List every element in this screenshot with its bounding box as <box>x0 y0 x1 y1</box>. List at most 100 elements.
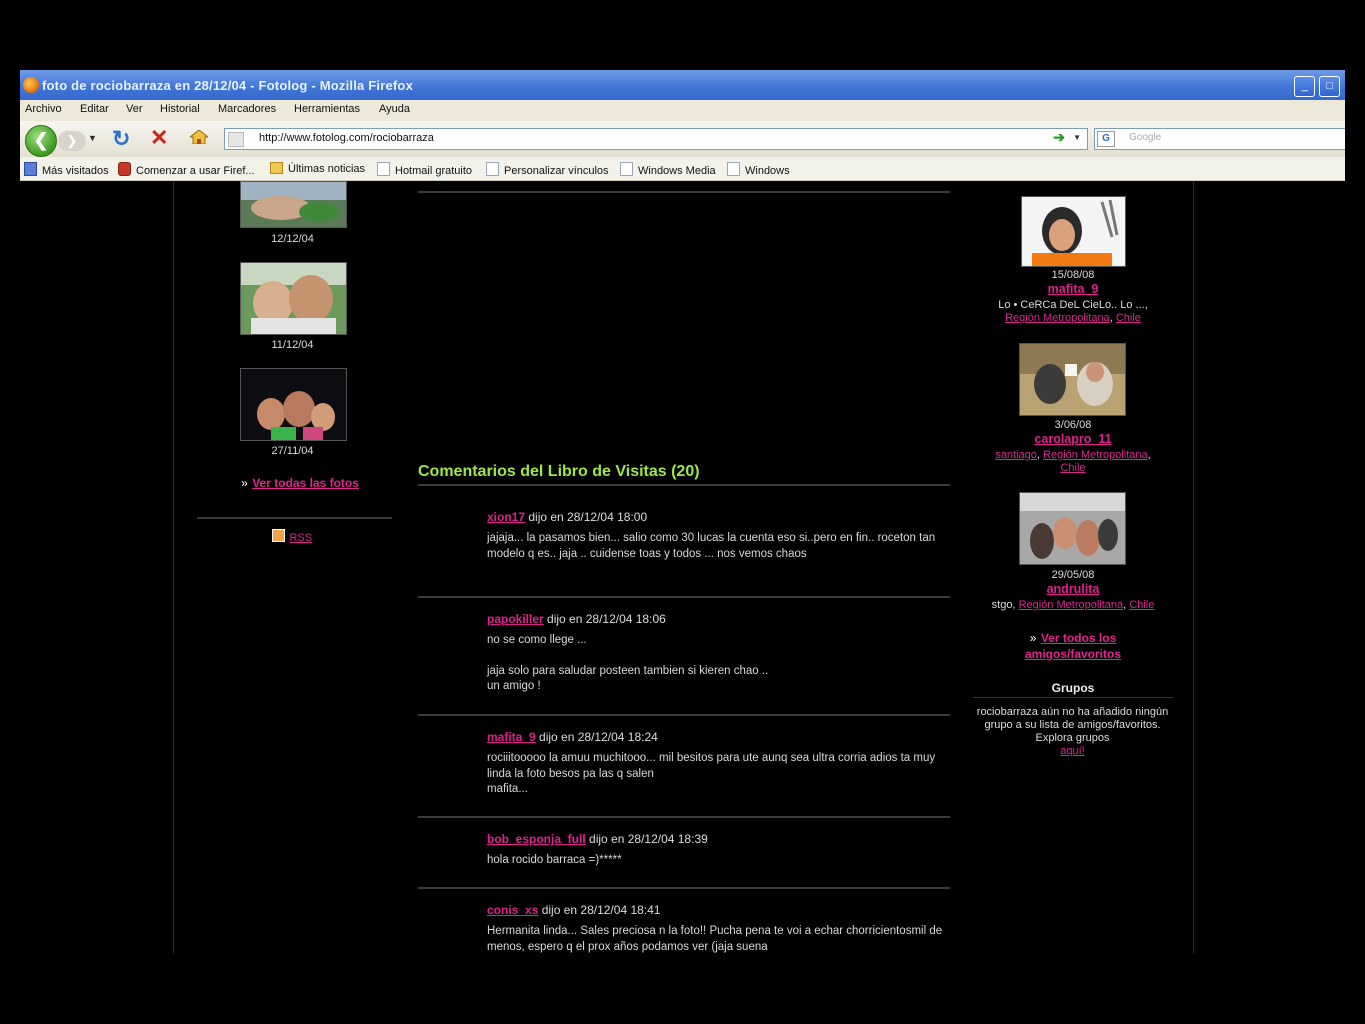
divider <box>418 714 950 716</box>
friend-date: 3/06/08 <box>1054 419 1092 431</box>
bookmark-windows[interactable]: Windows <box>727 162 790 177</box>
friend-name[interactable]: carolapro_11 <box>973 432 1173 446</box>
comment: mafita_9 dijo en 28/12/04 18:24 rociiito… <box>487 730 947 798</box>
friend-avatar[interactable] <box>1019 343 1126 416</box>
divider <box>197 517 392 519</box>
bookmark-ultimas-noticias[interactable]: Últimas noticias <box>270 162 365 175</box>
window-title: foto de rociobarraza en 28/12/04 - Fotol… <box>42 78 414 93</box>
friend-avatar[interactable] <box>1019 492 1126 565</box>
page-icon <box>727 162 740 176</box>
menu-bar: Archivo Editar Ver Historial Marcadores … <box>20 100 1345 121</box>
comment-text: jajaja... la pasamos bien... salio como … <box>487 532 936 560</box>
maximize-button[interactable]: □ <box>1319 76 1340 97</box>
see-all-friends-link[interactable]: Ver todos los amigos/favoritos <box>1025 631 1121 661</box>
rss-link[interactable]: RSS <box>289 532 312 544</box>
bookmark-mas-visitados[interactable]: Más visitados <box>24 162 109 177</box>
comment-author[interactable]: xion17 <box>487 510 525 524</box>
photo-date: 12/12/04 <box>271 233 314 245</box>
comment-author[interactable]: conis_xs <box>487 903 538 917</box>
divider <box>418 816 950 818</box>
location-link[interactable]: Chile <box>1116 312 1141 324</box>
comment-text: Hermanita linda... Sales preciosa n la f… <box>487 925 943 953</box>
friend-name[interactable]: mafita_9 <box>973 282 1173 296</box>
rss-folder-icon <box>270 162 283 174</box>
groups-title: Grupos <box>1051 681 1095 695</box>
friend-location: santiago, Región Metropolitana, Chile <box>995 449 1151 474</box>
comment-text: rociiitooooo la amuu muchitooo... mil be… <box>487 752 936 780</box>
menu-ver[interactable]: Ver <box>126 103 143 115</box>
search-box[interactable]: G Google <box>1094 128 1345 150</box>
groups-text: rociobarraza aún no ha añadido ningún gr… <box>976 706 1169 757</box>
page-icon <box>486 162 499 176</box>
bookmarks-toolbar: Más visitados Comenzar a usar Firef... Ú… <box>20 157 1345 181</box>
bookmark-hotmail[interactable]: Hotmail gratuito <box>377 162 472 177</box>
site-favicon <box>228 132 244 147</box>
menu-marcadores[interactable]: Marcadores <box>218 103 276 115</box>
arrow-icon: » <box>241 476 248 490</box>
firefox-icon <box>23 77 39 93</box>
menu-editar[interactable]: Editar <box>80 103 109 115</box>
reload-icon[interactable]: ↻ <box>112 126 130 152</box>
friend-avatar[interactable] <box>1021 196 1126 267</box>
rss-feed: RSS <box>272 528 312 546</box>
firefox-bookmark-icon <box>118 162 131 176</box>
friend-location: stgo, Región Metropolitana, Chile <box>991 599 1155 611</box>
page-icon <box>377 162 390 176</box>
minimize-button[interactable]: _ <box>1294 76 1315 97</box>
see-all-photos: » Ver todas las fotos <box>200 474 400 492</box>
photo-thumbnail[interactable] <box>240 368 347 441</box>
menu-ayuda[interactable]: Ayuda <box>379 103 410 115</box>
location-link[interactable]: Región Metropolitana <box>1005 312 1110 324</box>
title-bar: foto de rociobarraza en 28/12/04 - Fotol… <box>20 70 1345 100</box>
url-text[interactable]: http://www.fotolog.com/rociobarraza <box>259 132 434 144</box>
comment-text: jaja solo para saludar posteen tambien s… <box>487 664 769 677</box>
back-button[interactable]: ❮ <box>25 125 57 157</box>
bookmark-windows-media[interactable]: Windows Media <box>620 162 716 177</box>
friend-name[interactable]: andrulita <box>973 582 1173 596</box>
comment: conis_xs dijo en 28/12/04 18:41 Hermanit… <box>487 903 947 953</box>
location-link[interactable]: santiago <box>995 449 1037 461</box>
comment-meta: dijo en 28/12/04 18:41 <box>538 903 661 917</box>
location-link[interactable]: Región Metropolitana <box>1043 449 1148 461</box>
browser-window: foto de rociobarraza en 28/12/04 - Fotol… <box>20 70 1345 953</box>
navigation-toolbar: ❮ ❯ ▼ ↻ ✕ http://www.fotolog.com/rocioba… <box>20 121 1345 157</box>
bookmark-folder-icon <box>24 162 37 176</box>
photo-thumbnail[interactable] <box>240 262 347 335</box>
location-link[interactable]: Región Metropolitana <box>1019 599 1124 611</box>
comment-author[interactable]: mafita_9 <box>487 730 536 744</box>
rss-icon <box>272 529 285 542</box>
divider <box>418 596 950 598</box>
comment-author[interactable]: bob_esponja_full <box>487 832 586 846</box>
friend-location: Lo • CeRCa DeL CieLo.. Lo ..., Región Me… <box>998 299 1148 324</box>
location-link[interactable]: Chile <box>1129 599 1154 611</box>
menu-herramientas[interactable]: Herramientas <box>294 103 360 115</box>
see-all-photos-link[interactable]: Ver todas las fotos <box>252 476 359 490</box>
divider <box>418 887 950 889</box>
comment-author[interactable]: papokiller <box>487 612 544 626</box>
see-all-friends: » Ver todos los amigos/favoritos <box>1013 630 1133 662</box>
location-link[interactable]: Chile <box>1060 462 1085 474</box>
go-arrow-icon[interactable]: ➔ <box>1053 129 1065 146</box>
comment: xion17 dijo en 28/12/04 18:00 jajaja... … <box>487 510 947 562</box>
address-bar[interactable]: http://www.fotolog.com/rociobarraza ➔ ▼ <box>224 128 1088 150</box>
friend-date: 29/05/08 <box>1051 569 1095 581</box>
comment-text: hola rocido barraca =)***** <box>487 854 622 866</box>
menu-archivo[interactable]: Archivo <box>25 103 62 115</box>
menu-historial[interactable]: Historial <box>160 103 200 115</box>
home-icon[interactable] <box>190 130 208 144</box>
forward-button[interactable]: ❯ <box>58 131 86 151</box>
stop-icon[interactable]: ✕ <box>150 125 168 151</box>
history-dropdown-icon[interactable]: ▼ <box>88 133 97 143</box>
comment-text: mafita... <box>487 783 528 795</box>
divider <box>418 484 950 486</box>
url-dropdown-icon[interactable]: ▼ <box>1073 133 1081 142</box>
bookmark-comenzar[interactable]: Comenzar a usar Firef... <box>118 162 255 177</box>
column-divider-left <box>173 181 174 953</box>
bookmark-personalizar[interactable]: Personalizar vínculos <box>486 162 609 177</box>
photo-thumbnail[interactable] <box>240 181 347 228</box>
google-icon[interactable]: G <box>1097 131 1115 147</box>
column-divider-right <box>1193 181 1194 953</box>
comment-meta: dijo en 28/12/04 18:00 <box>525 510 648 524</box>
friend-date: 15/08/08 <box>1051 269 1095 281</box>
groups-link[interactable]: aquí! <box>1060 745 1084 757</box>
